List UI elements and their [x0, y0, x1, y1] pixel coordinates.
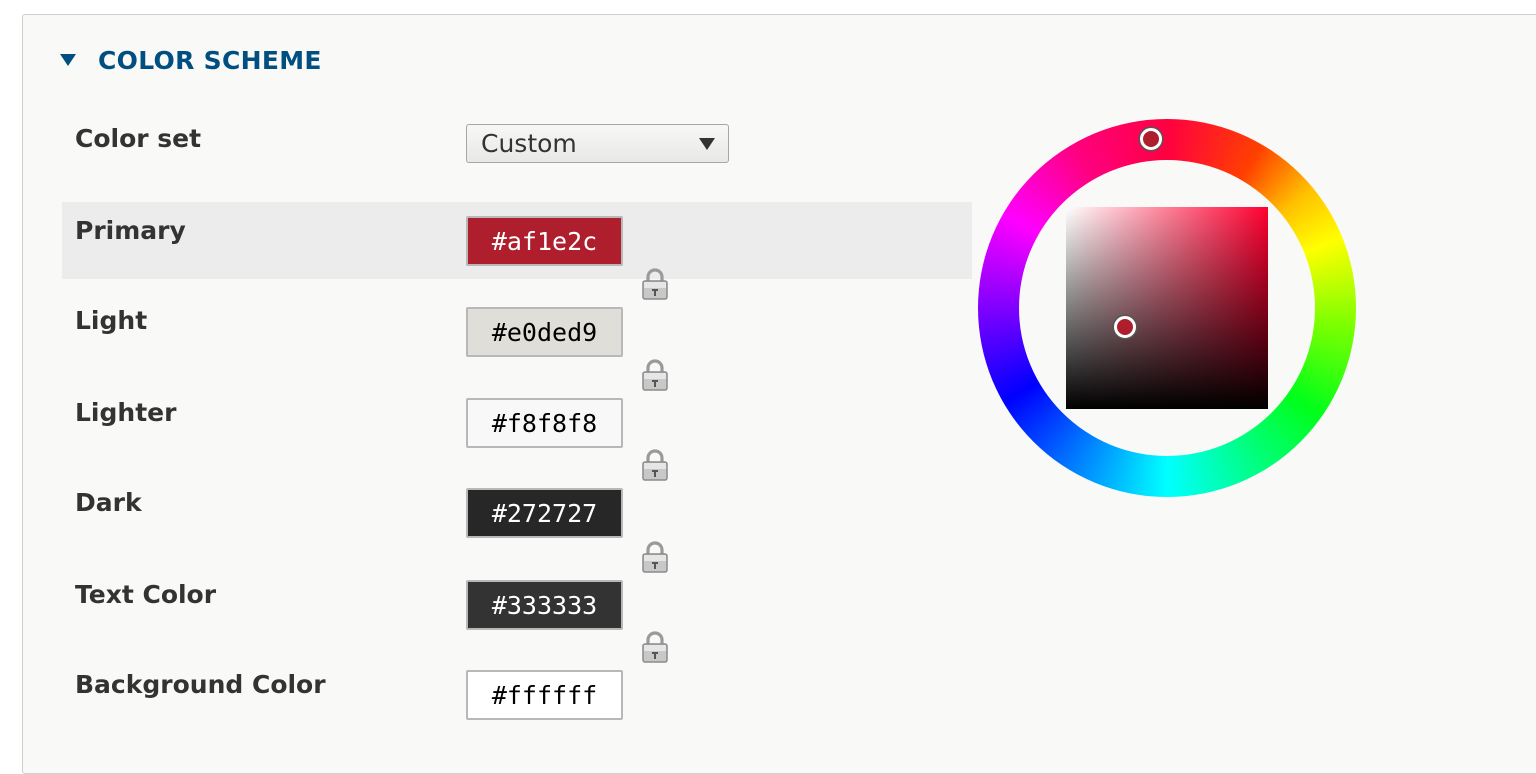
chevron-down-icon: [699, 138, 715, 150]
saturation-value-marker[interactable]: [1114, 316, 1136, 338]
lock-icon[interactable]: [640, 540, 670, 574]
color-set-selected: Custom: [481, 129, 577, 158]
lighter-color-input[interactable]: #f8f8f8: [466, 398, 623, 448]
field-label-primary: Primary: [75, 216, 186, 245]
field-label-background-color: Background Color: [75, 670, 326, 699]
lock-icon[interactable]: [640, 358, 670, 392]
field-label-text-color: Text Color: [75, 580, 217, 609]
primary-color-input[interactable]: #af1e2c: [466, 216, 623, 266]
field-label-dark: Dark: [75, 488, 142, 517]
saturation-value-square[interactable]: [1066, 207, 1268, 409]
field-label-lighter: Lighter: [75, 398, 177, 427]
section-title: COLOR SCHEME: [98, 45, 322, 75]
field-label-light: Light: [75, 306, 148, 335]
color-scheme-toggle[interactable]: COLOR SCHEME: [60, 40, 322, 80]
hue-marker[interactable]: [1140, 128, 1162, 150]
color-set-select[interactable]: Custom: [466, 124, 729, 163]
color-set-label: Color set: [75, 124, 202, 153]
lock-icon[interactable]: [640, 448, 670, 482]
text-color-input[interactable]: #333333: [466, 580, 623, 630]
dark-color-input[interactable]: #272727: [466, 488, 623, 538]
triangle-down-icon: [60, 54, 76, 66]
background-color-input[interactable]: #ffffff: [466, 670, 623, 720]
light-color-input[interactable]: #e0ded9: [466, 307, 623, 357]
color-picker[interactable]: [978, 119, 1356, 497]
lock-icon[interactable]: [640, 267, 670, 301]
lock-icon[interactable]: [640, 630, 670, 664]
